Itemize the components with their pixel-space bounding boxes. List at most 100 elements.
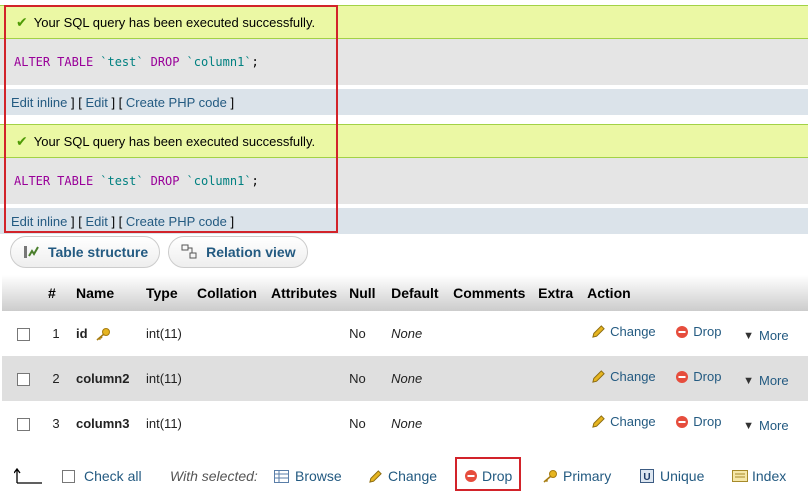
table-row: 3 column3 int(11) No None Change Drop ▼ — [2, 401, 808, 446]
check-all-link[interactable]: Check all — [84, 468, 142, 484]
change-action[interactable]: Change — [591, 324, 656, 339]
drop-icon — [676, 325, 689, 338]
key-icon — [96, 328, 111, 341]
column-extra — [532, 401, 582, 446]
drop-action[interactable]: Drop — [675, 414, 721, 429]
tab-table-structure-label: Table structure — [48, 244, 149, 260]
more-action[interactable]: ▼ More — [743, 373, 789, 388]
column-comments — [447, 401, 533, 446]
triangle-down-icon: ▼ — [743, 374, 754, 387]
triangle-down-icon: ▼ — [743, 329, 754, 342]
bulk-index-button[interactable]: Index — [732, 468, 786, 484]
sql-identifier: `column1` — [186, 174, 252, 188]
row-number: 3 — [42, 401, 70, 446]
query-result-1: ✔ Your SQL query has been executed succe… — [0, 5, 808, 115]
column-attributes — [265, 401, 344, 446]
row-checkbox[interactable] — [17, 373, 30, 387]
query-result-2: ✔ Your SQL query has been executed succe… — [0, 124, 808, 234]
column-type: int(11) — [140, 311, 191, 356]
structure-table: # Name Type Collation Attributes Null De… — [2, 275, 808, 446]
column-default: None — [385, 401, 448, 446]
column-null: No — [343, 356, 386, 401]
table-structure-icon — [24, 246, 39, 258]
column-default: None — [385, 311, 448, 356]
create-php-code-link[interactable]: Create PHP code — [126, 95, 227, 110]
column-header-comments[interactable]: Comments — [447, 275, 533, 311]
column-header-attributes[interactable]: Attributes — [265, 275, 344, 311]
more-action[interactable]: ▼ More — [743, 328, 789, 343]
bulk-unique-button[interactable]: U Unique — [640, 468, 704, 484]
sql-query-display: ALTER TABLE `test` DROP `column1` ; — [0, 158, 808, 204]
create-php-code-link[interactable]: Create PHP code — [126, 214, 227, 229]
edit-inline-link[interactable]: Edit inline — [11, 95, 67, 110]
tab-table-structure[interactable]: Table structure — [10, 236, 161, 268]
success-message-text: Your SQL query has been executed success… — [33, 133, 316, 149]
success-message: ✔ Your SQL query has been executed succe… — [0, 124, 808, 158]
pencil-icon — [592, 414, 605, 428]
column-header-number[interactable]: # — [42, 275, 70, 311]
bulk-primary-button[interactable]: Primary — [542, 468, 611, 484]
sql-keyword: ALTER — [14, 55, 51, 69]
column-header-extra[interactable]: Extra — [532, 275, 582, 311]
column-default: None — [385, 356, 448, 401]
arrow-up-icon — [14, 467, 44, 485]
row-number: 2 — [42, 356, 70, 401]
column-collation — [191, 401, 265, 446]
tab-relation-view-label: Relation view — [206, 244, 296, 260]
column-collation — [191, 356, 265, 401]
sql-keyword: DROP — [150, 174, 180, 188]
edit-link[interactable]: Edit — [85, 95, 107, 110]
pencil-icon — [592, 324, 605, 338]
check-all-checkbox[interactable] — [62, 469, 75, 483]
column-header-type[interactable]: Type — [140, 275, 191, 311]
success-message-text: Your SQL query has been executed success… — [33, 14, 316, 30]
column-attributes — [265, 311, 344, 356]
column-header-default[interactable]: Default — [385, 275, 448, 311]
table-header-row: # Name Type Collation Attributes Null De… — [2, 275, 808, 311]
column-name: id — [76, 325, 88, 341]
index-icon — [732, 470, 748, 482]
change-action[interactable]: Change — [591, 369, 656, 384]
column-attributes — [265, 356, 344, 401]
column-name: column3 — [76, 416, 130, 431]
sql-identifier: `test` — [100, 174, 144, 188]
column-header-collation[interactable]: Collation — [191, 275, 265, 311]
sql-terminator: ; — [251, 174, 259, 188]
drop-icon — [676, 370, 689, 383]
more-action[interactable]: ▼ More — [743, 418, 789, 433]
column-comments — [447, 311, 533, 356]
column-header-select — [2, 275, 42, 311]
sql-keyword: TABLE — [57, 174, 94, 188]
pencil-icon — [369, 469, 382, 483]
drop-action[interactable]: Drop — [675, 369, 721, 384]
table-row: 2 column2 int(11) No None Change Drop ▼ — [2, 356, 808, 401]
tab-relation-view[interactable]: Relation view — [168, 236, 308, 268]
bulk-change-button[interactable]: Change — [368, 468, 437, 484]
row-checkbox[interactable] — [17, 418, 30, 432]
column-type: int(11) — [140, 356, 191, 401]
column-header-null[interactable]: Null — [343, 275, 386, 311]
table-row: 1 id int(11) No None Change Drop ▼ More — [2, 311, 808, 356]
column-header-name[interactable]: Name — [70, 275, 140, 311]
row-checkbox[interactable] — [17, 328, 30, 342]
triangle-down-icon: ▼ — [743, 419, 754, 432]
with-selected-label: With selected: — [170, 468, 258, 484]
column-comments — [447, 356, 533, 401]
sql-keyword: ALTER — [14, 174, 51, 188]
drop-action[interactable]: Drop — [675, 324, 721, 339]
edit-inline-link[interactable]: Edit inline — [11, 214, 67, 229]
column-extra — [532, 311, 582, 356]
success-message: ✔ Your SQL query has been executed succe… — [0, 5, 808, 39]
sql-identifier: `column1` — [186, 55, 252, 69]
edit-link[interactable]: Edit — [85, 214, 107, 229]
checkmark-icon: ✔ — [16, 132, 28, 149]
bulk-browse-button[interactable]: Browse — [274, 468, 342, 484]
pencil-icon — [592, 369, 605, 383]
row-number: 1 — [42, 311, 70, 356]
drop-icon — [676, 415, 689, 428]
unique-icon: U — [640, 469, 654, 483]
structure-tabs: Table structure Relation view — [10, 236, 308, 268]
bulk-drop-button[interactable]: Drop — [464, 468, 512, 484]
column-null: No — [343, 401, 386, 446]
change-action[interactable]: Change — [591, 414, 656, 429]
